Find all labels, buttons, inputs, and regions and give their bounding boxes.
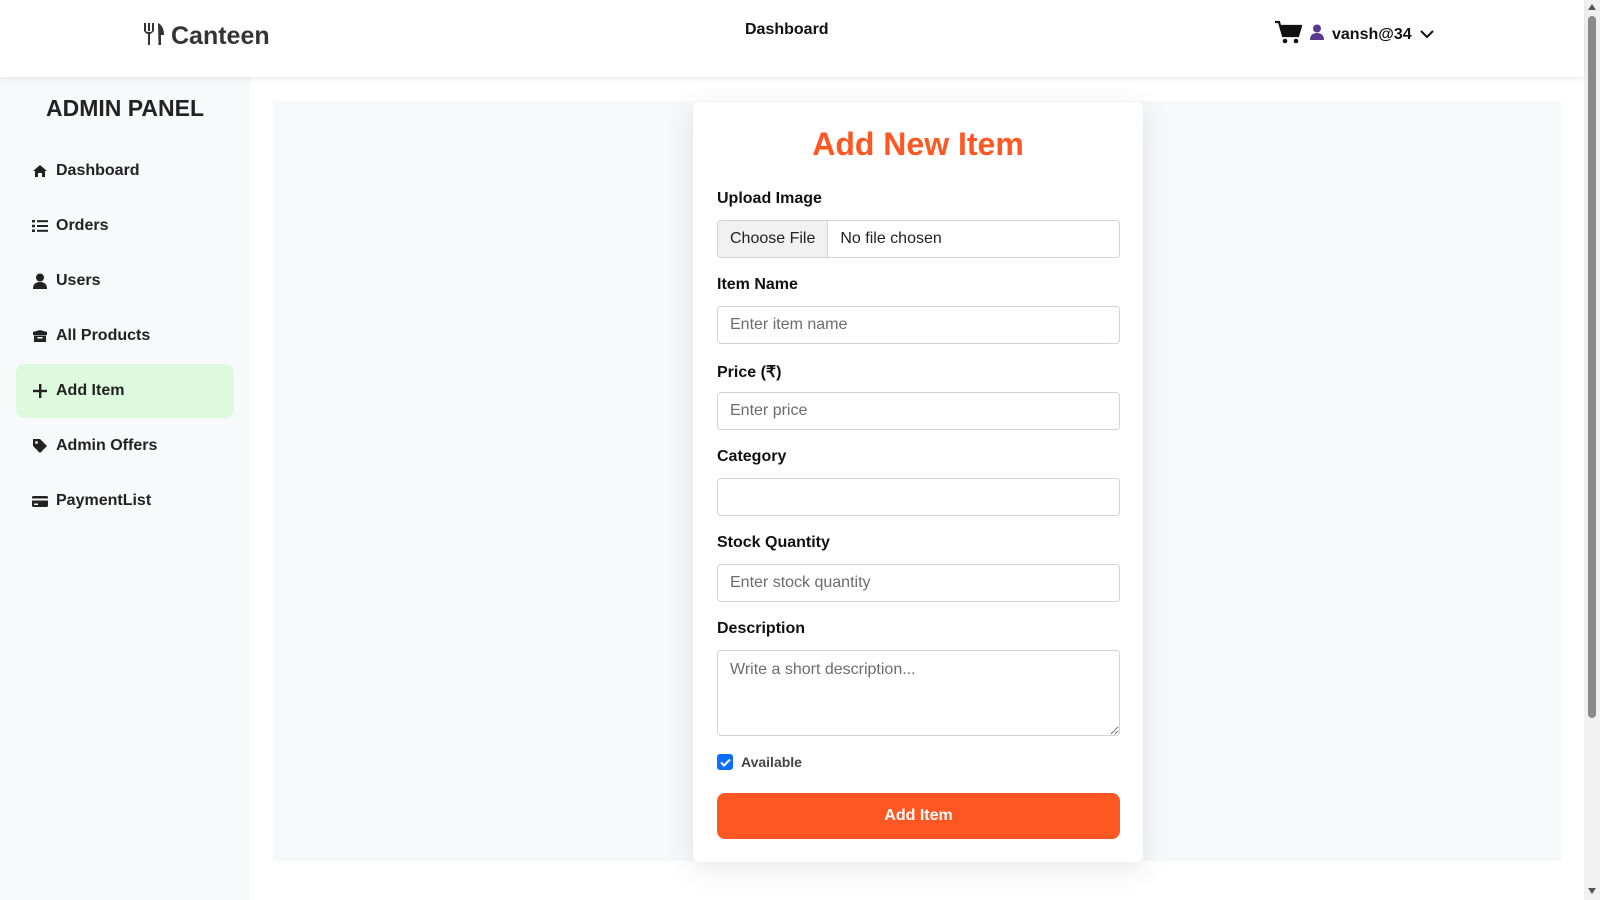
price-label: Price (₹) [717, 364, 782, 381]
sidebar-item-label: Admin Offers [56, 437, 158, 454]
plus-icon [32, 383, 48, 399]
sidebar-item-label: Users [56, 272, 101, 289]
upload-image-label: Upload Image [717, 190, 822, 207]
box-icon [32, 328, 48, 344]
sidebar-item-users[interactable]: Users [16, 254, 234, 308]
scroll-down-arrow-icon[interactable] [1588, 888, 1596, 894]
category-label: Category [717, 448, 787, 465]
sidebar-item-payment-list[interactable]: PaymentList [16, 474, 234, 528]
image-upload-input[interactable]: Choose File No file chosen [717, 220, 1120, 258]
add-item-button[interactable]: Add Item [717, 793, 1120, 839]
file-status-text: No file chosen [840, 230, 942, 247]
brand-logo[interactable]: Canteen [143, 22, 270, 51]
sidebar-item-add-item[interactable]: Add Item [16, 364, 234, 418]
choose-file-button[interactable]: Choose File [718, 221, 829, 257]
price-input[interactable] [717, 392, 1120, 430]
brand-name: Canteen [171, 22, 270, 50]
user-icon [1310, 24, 1324, 45]
page-scrollbar[interactable] [1584, 0, 1600, 900]
available-label: Available [741, 754, 802, 770]
credit-card-icon [32, 493, 48, 509]
user-menu-toggle[interactable]: vansh@34 [1332, 26, 1412, 44]
sidebar-item-admin-offers[interactable]: Admin Offers [16, 419, 234, 473]
chevron-down-icon[interactable] [1419, 26, 1434, 44]
user-icon [32, 273, 48, 289]
stock-quantity-input[interactable] [717, 564, 1120, 602]
sidebar-item-all-products[interactable]: All Products [16, 309, 234, 363]
top-navbar: Canteen Dashboard vansh@34 [0, 0, 1584, 77]
list-icon [32, 218, 48, 234]
nav-dashboard-link[interactable]: Dashboard [745, 21, 829, 39]
utensils-icon [143, 22, 165, 51]
item-name-label: Item Name [717, 276, 798, 293]
tag-icon [32, 438, 48, 454]
sidebar-item-label: Dashboard [56, 162, 140, 179]
sidebar-item-label: All Products [56, 327, 151, 344]
sidebar-title: ADMIN PANEL [45, 95, 204, 121]
cart-icon[interactable] [1275, 20, 1303, 49]
item-name-input[interactable] [717, 306, 1120, 344]
available-checkbox[interactable] [717, 754, 733, 770]
sidebar-item-label: Add Item [56, 382, 125, 399]
home-icon [32, 163, 48, 179]
sidebar-item-label: Orders [56, 217, 109, 234]
add-item-form: Add New Item Upload Image Choose File No… [693, 102, 1143, 862]
description-label: Description [717, 620, 806, 637]
category-input[interactable] [717, 478, 1120, 516]
form-title: Add New Item [812, 126, 1024, 162]
scroll-up-arrow-icon[interactable] [1588, 4, 1596, 10]
admin-sidebar: ADMIN PANEL Dashboard Orders Users All P… [0, 77, 250, 900]
scroll-thumb[interactable] [1588, 16, 1596, 718]
sidebar-item-dashboard[interactable]: Dashboard [16, 144, 234, 198]
stock-quantity-label: Stock Quantity [717, 534, 830, 551]
description-textarea[interactable] [717, 650, 1120, 736]
sidebar-item-orders[interactable]: Orders [16, 199, 234, 253]
sidebar-item-label: PaymentList [56, 492, 152, 509]
